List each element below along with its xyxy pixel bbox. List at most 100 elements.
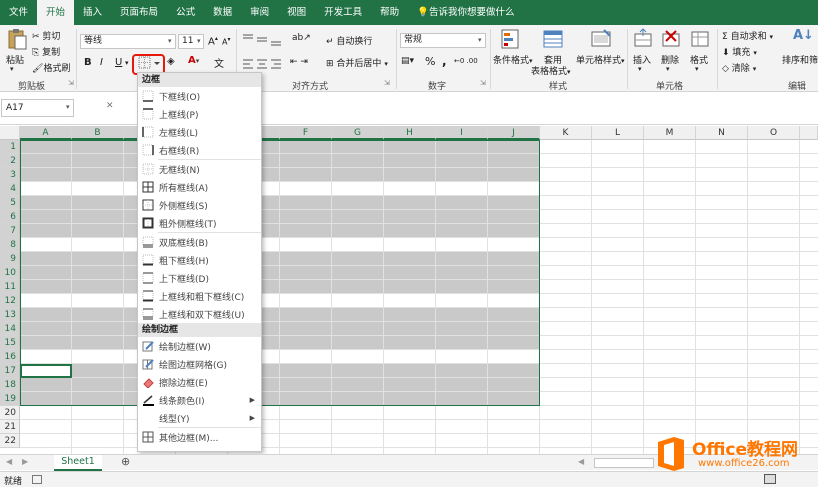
row-header[interactable]: 13: [0, 308, 20, 322]
cancel-icon[interactable]: ✕: [106, 101, 114, 111]
tab-insert[interactable]: 插入: [74, 0, 111, 25]
column-header-partial[interactable]: [800, 126, 818, 140]
row-header[interactable]: 12: [0, 294, 20, 308]
column-header[interactable]: L: [592, 126, 644, 140]
menu-item-double-bottom[interactable]: 双底框线(B): [138, 233, 261, 251]
tab-review[interactable]: 审阅: [241, 0, 278, 25]
autosum-button[interactable]: Σ 自动求和 ▾: [722, 29, 773, 42]
dialog-launcher-icon[interactable]: ⇲: [68, 79, 74, 87]
sort-filter-button[interactable]: 排序和筛: [782, 53, 818, 66]
row-header[interactable]: 18: [0, 378, 20, 392]
row-header[interactable]: 1: [0, 140, 20, 154]
menu-item-bottom-border[interactable]: 下框线(O): [138, 87, 261, 105]
percent-button[interactable]: %: [425, 55, 435, 68]
font-name-select[interactable]: 等线: [80, 34, 176, 49]
normal-view-icon[interactable]: [764, 474, 776, 484]
menu-item-outside-borders[interactable]: 外侧框线(S): [138, 196, 261, 214]
clear-button[interactable]: ◇ 清除 ▾: [722, 61, 756, 74]
menu-item-more-borders[interactable]: 其他边框(M)...: [138, 428, 261, 446]
row-header[interactable]: 2: [0, 154, 20, 168]
column-header[interactable]: M: [644, 126, 696, 140]
table-format-button[interactable]: 表格格式▾: [531, 64, 571, 77]
tell-me-search[interactable]: 💡告诉我你想要做什么: [408, 0, 523, 25]
fill-color-icon[interactable]: ◈: [167, 56, 175, 67]
indent-icons[interactable]: ⇤ ⇥: [290, 57, 308, 67]
bold-button[interactable]: B: [84, 57, 92, 68]
sheet-scroll-left-icon[interactable]: ◀: [6, 457, 12, 466]
tab-page-layout[interactable]: 页面布局: [111, 0, 167, 25]
row-header[interactable]: 5: [0, 196, 20, 210]
dialog-launcher-icon[interactable]: ⇲: [384, 79, 390, 87]
menu-item-draw-border-grid[interactable]: 绘图边框网格(G): [138, 355, 261, 373]
sheet-tab-sheet1[interactable]: Sheet1: [54, 455, 102, 471]
menu-item-erase-border[interactable]: 擦除边框(E): [138, 373, 261, 391]
row-header[interactable]: 14: [0, 322, 20, 336]
tab-home[interactable]: 开始: [37, 0, 75, 25]
comma-button[interactable]: ,: [442, 54, 447, 68]
menu-item-no-border[interactable]: 无框线(N): [138, 160, 261, 178]
row-header[interactable]: 7: [0, 224, 20, 238]
horizontal-scrollbar-thumb[interactable]: [594, 458, 654, 468]
decimal-icons[interactable]: ←0 .00: [454, 57, 478, 65]
row-header[interactable]: 6: [0, 210, 20, 224]
column-header[interactable]: F: [280, 126, 332, 140]
wrap-text-button[interactable]: ↵ 自动换行: [326, 34, 372, 47]
font-color-button[interactable]: A▾: [188, 55, 199, 66]
row-header[interactable]: 20: [0, 406, 20, 420]
column-header[interactable]: K: [540, 126, 592, 140]
underline-button[interactable]: U: [115, 57, 122, 68]
menu-item-line-color[interactable]: 线条颜色(I) ▶: [138, 391, 261, 409]
menu-item-top-double-bottom[interactable]: 上框线和双下框线(U): [138, 305, 261, 323]
accounting-icon[interactable]: ▤▾: [401, 56, 414, 66]
format-cells-button[interactable]: 格式: [690, 53, 708, 66]
select-all-corner[interactable]: [0, 126, 20, 140]
tab-file[interactable]: 文件: [0, 0, 37, 25]
row-header[interactable]: 21: [0, 420, 20, 434]
menu-item-line-style[interactable]: 线型(Y) ▶: [138, 409, 261, 427]
grow-font-button[interactable]: A▴: [208, 35, 218, 47]
row-header[interactable]: 16: [0, 350, 20, 364]
vertical-align-icons[interactable]: [242, 33, 286, 47]
column-header[interactable]: O: [748, 126, 800, 140]
column-header[interactable]: A: [20, 126, 72, 140]
row-header[interactable]: 11: [0, 280, 20, 294]
row-header[interactable]: 10: [0, 266, 20, 280]
paste-dropdown-icon[interactable]: ▾: [10, 65, 14, 73]
cell-style-button[interactable]: 单元格样式▾: [576, 53, 625, 66]
column-header[interactable]: G: [332, 126, 384, 140]
menu-item-left-border[interactable]: 左框线(L): [138, 123, 261, 141]
menu-item-thick-bottom[interactable]: 粗下框线(H): [138, 251, 261, 269]
row-header[interactable]: 19: [0, 392, 20, 406]
cut-button[interactable]: ✂ 剪切: [32, 29, 60, 42]
fill-button[interactable]: ⬇ 填充 ▾: [722, 45, 757, 58]
conditional-format-button[interactable]: 条件格式▾: [493, 53, 533, 66]
tab-data[interactable]: 数据: [204, 0, 241, 25]
menu-item-draw-border[interactable]: 绘制边框(W): [138, 337, 261, 355]
paste-button[interactable]: 粘贴: [6, 53, 24, 66]
sheet-scroll-right-icon[interactable]: ▶: [22, 457, 28, 466]
worksheet-grid[interactable]: A B C D E F G H I J K L M N O 1234567891…: [0, 126, 818, 454]
delete-cells-button[interactable]: 删除: [661, 53, 679, 66]
orientation-icon[interactable]: ab↗: [292, 33, 311, 43]
name-box[interactable]: A17: [1, 99, 74, 117]
menu-item-all-borders[interactable]: 所有框线(A): [138, 178, 261, 196]
row-header[interactable]: 3: [0, 168, 20, 182]
row-header[interactable]: 22: [0, 434, 20, 448]
active-cell-a17[interactable]: [20, 364, 72, 378]
tab-formulas[interactable]: 公式: [167, 0, 204, 25]
tab-view[interactable]: 视图: [278, 0, 315, 25]
horizontal-align-icons[interactable]: [242, 57, 286, 71]
row-header[interactable]: 8: [0, 238, 20, 252]
menu-item-top-bottom[interactable]: 上下框线(D): [138, 269, 261, 287]
dialog-launcher-icon[interactable]: ⇲: [480, 79, 486, 87]
menu-item-thick-outside-borders[interactable]: 粗外侧框线(T): [138, 214, 261, 232]
hscroll-left-icon[interactable]: ◀: [578, 457, 584, 466]
tab-help[interactable]: 帮助: [371, 0, 408, 25]
row-header[interactable]: 15: [0, 336, 20, 350]
number-format-select[interactable]: 常规: [400, 33, 486, 48]
macro-record-icon[interactable]: [32, 475, 42, 484]
format-painter-button[interactable]: 🖌格式刷: [32, 61, 70, 74]
column-header[interactable]: N: [696, 126, 748, 140]
column-header[interactable]: B: [72, 126, 124, 140]
row-header[interactable]: 17: [0, 364, 20, 378]
